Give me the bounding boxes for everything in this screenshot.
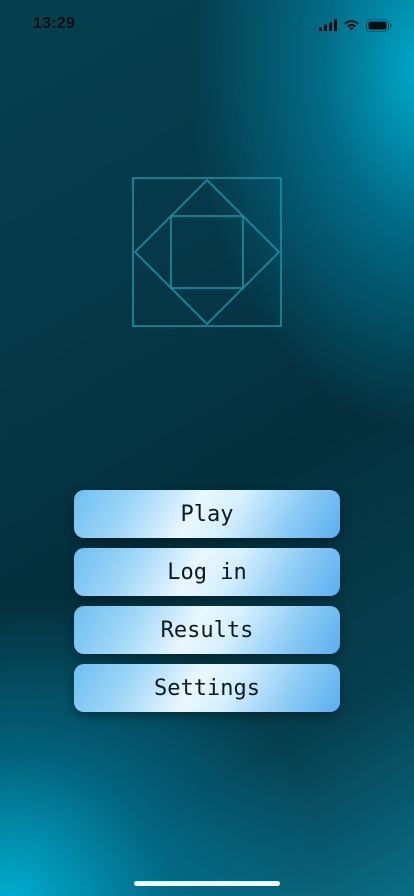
status-time: 13:29 [33, 15, 75, 32]
wifi-icon [343, 19, 360, 31]
battery-icon [366, 18, 392, 32]
status-bar: 13:29 [0, 0, 414, 50]
main-menu: Play Log in Results Settings [74, 490, 340, 722]
play-button[interactable]: Play [74, 490, 340, 538]
nested-square-diamond-logo [132, 177, 282, 327]
status-icons [319, 17, 392, 33]
results-button[interactable]: Results [74, 606, 340, 654]
cellular-signal-icon [319, 19, 337, 31]
log-in-button[interactable]: Log in [74, 548, 340, 596]
home-indicator[interactable] [134, 881, 280, 886]
settings-button[interactable]: Settings [74, 664, 340, 712]
